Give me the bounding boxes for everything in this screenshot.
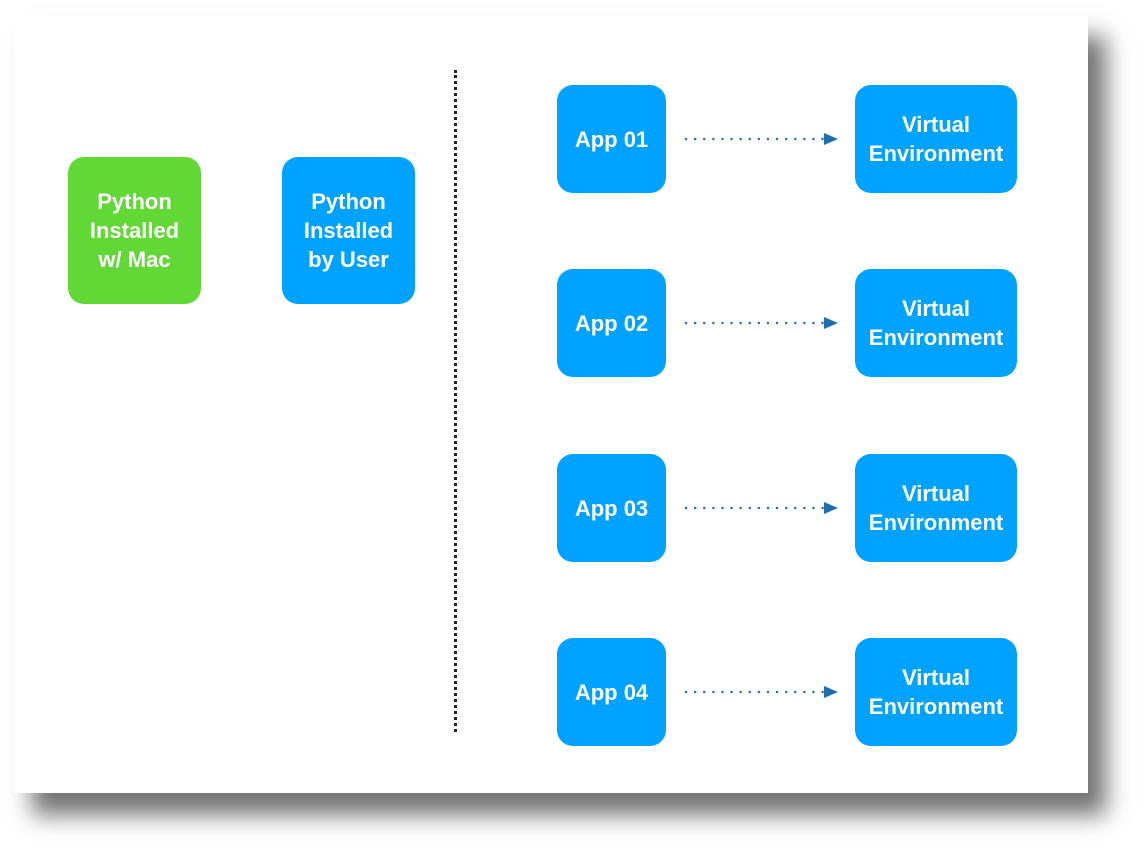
app-box: App 02 — [557, 269, 666, 377]
dotted-arrow — [684, 133, 838, 145]
virtual-environment-box: Virtual Environment — [855, 85, 1017, 193]
virtual-environment-box: Virtual Environment — [855, 269, 1017, 377]
dotted-arrow — [684, 502, 838, 514]
dotted-arrow — [684, 317, 838, 329]
virtual-environment-box: Virtual Environment — [855, 638, 1017, 746]
dotted-arrow — [684, 686, 838, 698]
dotted-divider — [454, 70, 457, 732]
virtual-environment-box: Virtual Environment — [855, 454, 1017, 562]
python-installed-with-mac-box: Python Installed w/ Mac — [68, 157, 201, 304]
app-box: App 01 — [557, 85, 666, 193]
app-box: App 04 — [557, 638, 666, 746]
python-installed-by-user-box: Python Installed by User — [282, 157, 415, 304]
app-box: App 03 — [557, 454, 666, 562]
